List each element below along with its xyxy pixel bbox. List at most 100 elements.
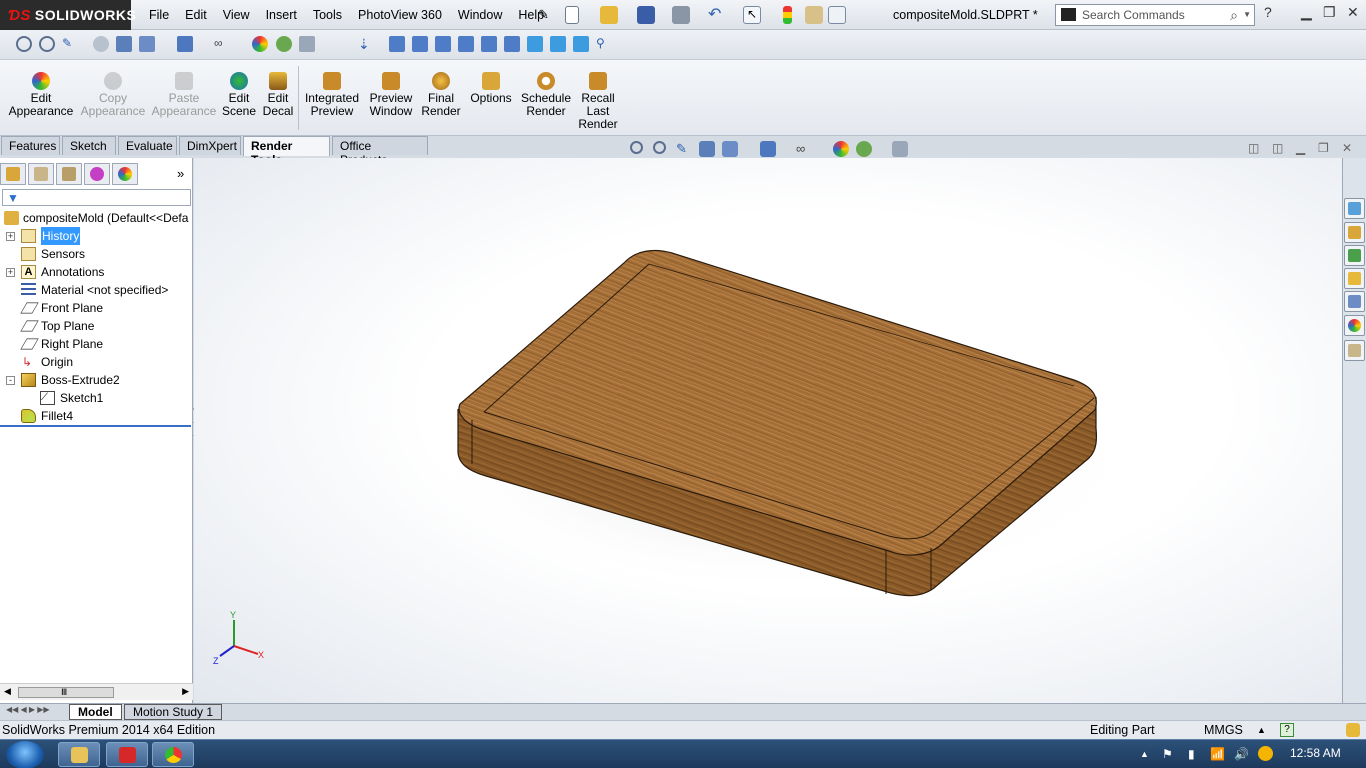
preview-window-button[interactable]: Preview Window — [367, 72, 415, 118]
file-explorer-tab[interactable] — [1344, 268, 1365, 289]
tab-nav-arrows[interactable]: ◀◀ ◀ ▶ ▶▶ — [6, 705, 50, 714]
paste-appearance-button[interactable]: Paste Appearance — [151, 72, 217, 118]
appearances-scenes-tab[interactable] — [1344, 315, 1365, 336]
final-render-button[interactable]: Final Render — [420, 72, 462, 118]
menu-view[interactable]: View — [215, 8, 258, 22]
rollback-bar[interactable] — [0, 425, 191, 427]
tab-evaluate[interactable]: Evaluate — [118, 136, 177, 155]
previous-view-icon[interactable]: ✎ — [676, 141, 692, 157]
volume-icon[interactable]: 🔊 — [1234, 747, 1249, 761]
action-center-icon[interactable]: ⚑ — [1162, 747, 1173, 761]
start-button-icon[interactable] — [6, 741, 44, 768]
top-view-icon[interactable] — [481, 36, 497, 52]
edit-appearance-hud-icon[interactable] — [833, 141, 849, 157]
solidworks-logo[interactable]: ƊS SOLIDWORKS — [0, 0, 136, 30]
tray-expand-icon[interactable]: ▲ — [1140, 749, 1149, 759]
custom-properties-tab[interactable] — [1344, 340, 1365, 361]
apply-scene-hud-icon[interactable] — [856, 141, 872, 157]
menu-edit[interactable]: Edit — [177, 8, 215, 22]
zoom-to-area-icon[interactable] — [653, 141, 666, 154]
recall-last-render-button[interactable]: Recall Last Render — [577, 72, 619, 131]
battery-icon[interactable]: ▮ — [1188, 747, 1195, 761]
hide-show-items-icon[interactable]: ∞ — [214, 36, 230, 52]
pin-icon[interactable]: ✎ — [538, 7, 556, 25]
chevron-down-icon[interactable]: ▼ — [1243, 10, 1251, 19]
scrollbar-thumb[interactable]: Ⅲ — [18, 687, 114, 698]
split-horizontal-icon[interactable]: ◫ — [1272, 141, 1283, 155]
taskbar-solidworks[interactable] — [106, 742, 148, 767]
taskbar-clock[interactable]: 12:58 AM — [1290, 746, 1341, 760]
solidworks-resources-tab[interactable] — [1344, 198, 1365, 219]
dimetric-view-icon[interactable] — [573, 36, 589, 52]
notification-icon[interactable] — [1346, 723, 1360, 737]
tab-features[interactable]: Features — [1, 136, 60, 155]
property-manager-tab[interactable] — [28, 163, 54, 185]
copy-appearance-button[interactable]: Copy Appearance — [80, 72, 146, 118]
back-view-icon[interactable] — [412, 36, 428, 52]
select-arrow-icon[interactable]: ↖ — [743, 6, 761, 24]
isometric-view-icon[interactable] — [527, 36, 543, 52]
help-status-icon[interactable]: ? — [1280, 723, 1294, 737]
bottom-view-icon[interactable] — [504, 36, 520, 52]
menu-tools[interactable]: Tools — [305, 8, 350, 22]
feature-tree-filter[interactable]: ▼ — [2, 189, 191, 206]
view-settings-icon[interactable] — [299, 36, 315, 52]
composite-mold-part-render[interactable]: Y X Z — [194, 158, 1342, 703]
tab-model[interactable]: Model — [69, 704, 122, 720]
search-icon[interactable]: ⌕ — [1230, 7, 1238, 24]
schedule-render-button[interactable]: Schedule Render — [518, 72, 574, 118]
view-settings-hud-icon[interactable] — [892, 141, 908, 157]
help-icon[interactable]: ? — [1264, 4, 1272, 20]
dimxpert-manager-tab[interactable] — [84, 163, 110, 185]
minimize-icon[interactable]: ▁ — [1301, 4, 1312, 21]
tray-app-icon[interactable] — [1258, 746, 1273, 761]
close-icon[interactable]: ✕ — [1347, 4, 1359, 21]
display-manager-tab[interactable] — [112, 163, 138, 185]
tab-motion-study[interactable]: Motion Study 1 — [124, 704, 223, 720]
menu-file[interactable]: File — [141, 8, 177, 22]
undo-icon[interactable]: ↶ — [708, 4, 726, 23]
previous-view-icon[interactable]: ✎ — [62, 36, 78, 52]
display-style-icon[interactable] — [177, 36, 193, 52]
tab-sketch[interactable]: Sketch — [62, 136, 116, 155]
design-library-tab[interactable] — [1344, 245, 1365, 266]
section-view-icon[interactable] — [699, 141, 715, 157]
menu-photoview[interactable]: PhotoView 360 — [350, 8, 450, 22]
rebuild-traffic-light-icon[interactable] — [783, 6, 792, 24]
edit-appearance-view-icon[interactable] — [252, 36, 268, 52]
edit-decal-button[interactable]: Edit Decal — [262, 72, 294, 118]
view-orientation-icon[interactable] — [139, 36, 155, 52]
search-commands-input[interactable]: Search Commands ⌕ ▼ — [1055, 4, 1255, 26]
trimetric-view-icon[interactable] — [550, 36, 566, 52]
zoom-to-area-icon[interactable] — [39, 36, 55, 52]
unit-system-text[interactable]: MMGS — [1204, 723, 1243, 737]
graphics-area[interactable]: Y X Z — [194, 158, 1342, 703]
configuration-manager-tab[interactable] — [56, 163, 82, 185]
view-palette-tab[interactable] — [1344, 291, 1365, 312]
home-tab[interactable] — [1344, 222, 1365, 243]
new-document-icon[interactable] — [565, 6, 579, 24]
tab-dimxpert[interactable]: DimXpert — [179, 136, 241, 155]
hide-show-items-icon[interactable]: ∞ — [796, 141, 812, 157]
restore-icon[interactable]: ❐ — [1323, 4, 1336, 21]
options-gear-icon[interactable] — [828, 6, 846, 24]
scroll-right-icon[interactable]: ▶ — [182, 686, 189, 697]
edit-scene-button[interactable]: Edit Scene — [222, 72, 256, 118]
viewport-restore-icon[interactable]: ❐ — [1318, 141, 1329, 155]
display-style-icon[interactable] — [760, 141, 776, 157]
front-view-icon[interactable] — [389, 36, 405, 52]
unit-system-chevron-icon[interactable]: ▲ — [1257, 725, 1266, 735]
section-view-icon[interactable] — [116, 36, 132, 52]
file-properties-icon[interactable] — [805, 6, 823, 24]
panel-horizontal-scrollbar[interactable]: ◀ Ⅲ ▶ — [0, 683, 193, 700]
open-folder-icon[interactable] — [600, 6, 618, 24]
menu-window[interactable]: Window — [450, 8, 510, 22]
taskbar-explorer[interactable] — [58, 742, 100, 767]
zoom-to-fit-icon[interactable] — [630, 141, 643, 154]
split-vertical-icon[interactable]: ◫ — [1248, 141, 1259, 155]
expand-panel-icon[interactable]: » — [177, 166, 184, 181]
viewport-close-icon[interactable]: ✕ — [1342, 141, 1352, 155]
tab-office-products[interactable]: Office Products — [332, 136, 428, 167]
menu-insert[interactable]: Insert — [258, 8, 305, 22]
right-view-icon[interactable] — [458, 36, 474, 52]
